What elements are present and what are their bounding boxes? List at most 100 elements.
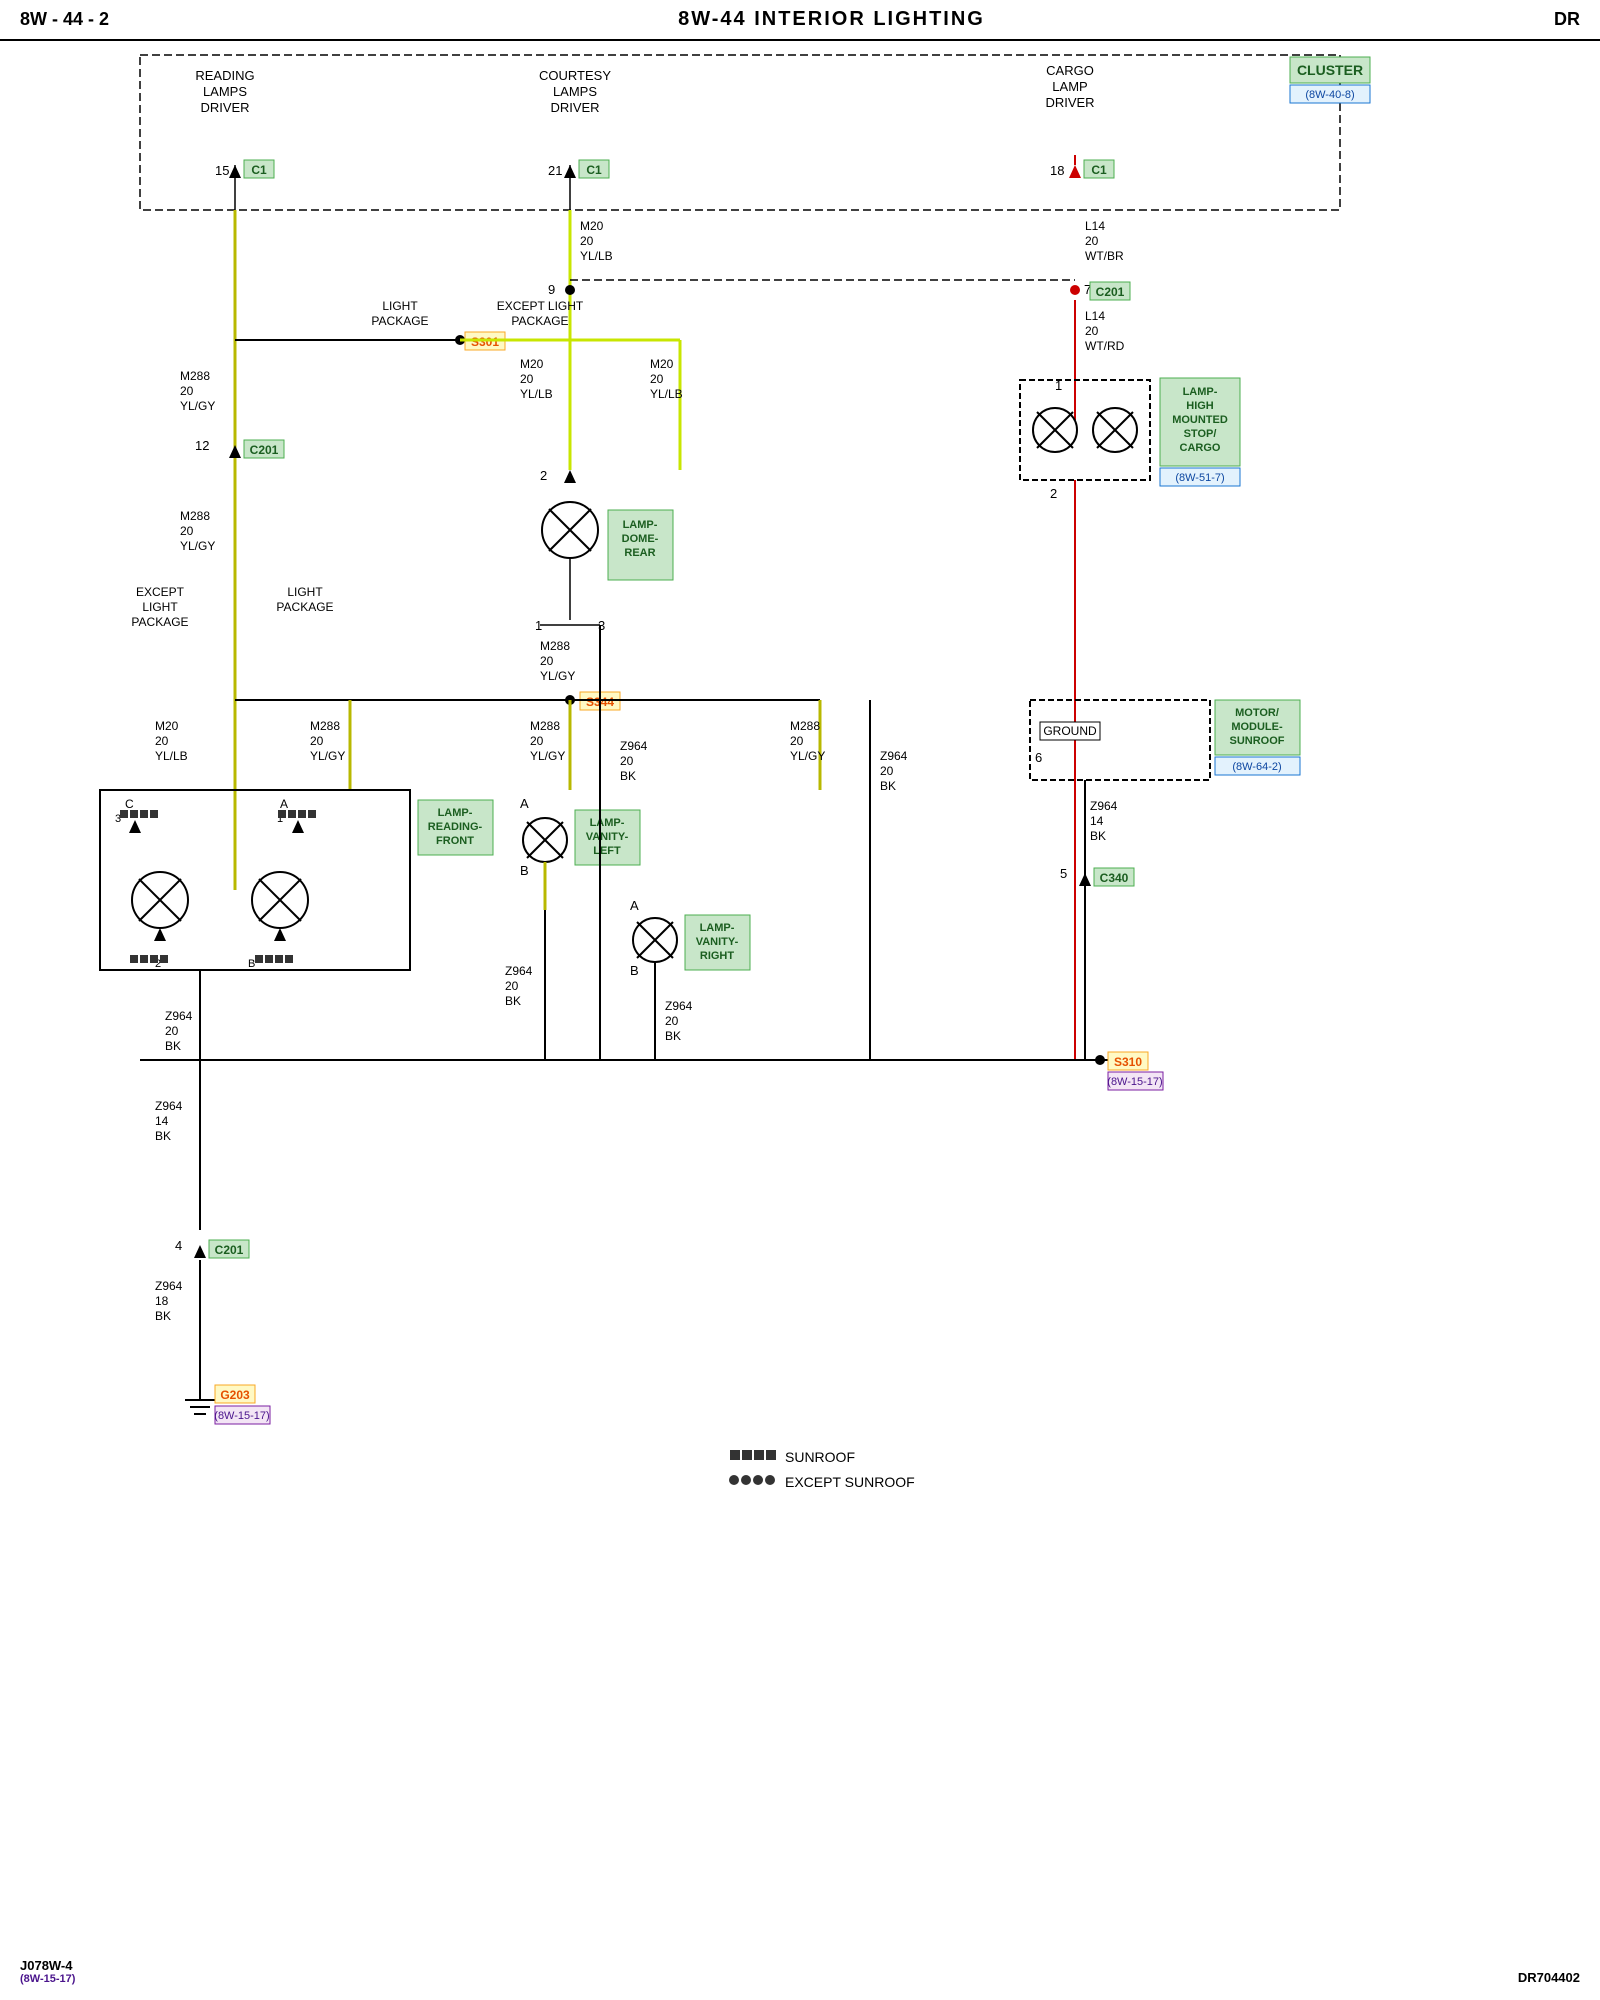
svg-text:YL/GY: YL/GY: [180, 539, 215, 553]
svg-text:M20: M20: [520, 357, 544, 371]
lamp-reading-front-label: LAMP-: [438, 807, 473, 819]
except-sunroof-legend: EXCEPT SUNROOF: [785, 1474, 915, 1490]
svg-text:BK: BK: [880, 779, 896, 793]
s310-label: S310: [1114, 1055, 1142, 1069]
svg-text:M288: M288: [180, 369, 210, 383]
svg-text:YL/GY: YL/GY: [540, 669, 575, 683]
svg-text:FRONT: FRONT: [436, 835, 474, 847]
svg-text:A: A: [280, 797, 288, 811]
svg-text:M20: M20: [155, 719, 179, 733]
svg-text:Z964: Z964: [1090, 799, 1118, 813]
wiring-diagram: READING LAMPS DRIVER COURTESY LAMPS DRIV…: [0, 0, 1600, 1950]
c1-21-label: C1: [586, 163, 602, 177]
svg-text:PACKAGE: PACKAGE: [511, 314, 568, 328]
svg-text:M20: M20: [580, 219, 604, 233]
svg-text:B: B: [520, 863, 529, 878]
svg-text:M20: M20: [650, 357, 674, 371]
cluster-ref: (8W-40-8): [1305, 89, 1354, 101]
svg-text:BK: BK: [1090, 829, 1106, 843]
svg-text:14: 14: [155, 1114, 169, 1128]
svg-text:20: 20: [580, 234, 594, 248]
svg-text:MOUNTED: MOUNTED: [1172, 414, 1228, 426]
svg-text:VANITY-: VANITY-: [586, 831, 629, 843]
svg-text:LIGHT: LIGHT: [287, 585, 323, 599]
ground-label: GROUND: [1043, 724, 1097, 738]
svg-text:M288: M288: [310, 719, 340, 733]
motor-module-label: MOTOR/: [1235, 707, 1279, 719]
svg-text:20: 20: [505, 979, 519, 993]
courtesy-lamps-label: COURTESY: [539, 68, 611, 83]
svg-text:4: 4: [175, 1238, 182, 1253]
svg-text:M288: M288: [540, 639, 570, 653]
c201-7-label: C201: [1096, 285, 1125, 299]
svg-text:CARGO: CARGO: [1180, 442, 1221, 454]
svg-text:18: 18: [1050, 163, 1064, 178]
svg-text:5: 5: [1060, 866, 1067, 881]
svg-text:20: 20: [790, 734, 804, 748]
svg-text:9: 9: [548, 282, 555, 297]
svg-text:RIGHT: RIGHT: [700, 950, 735, 962]
svg-text:SUNROOF: SUNROOF: [1230, 735, 1285, 747]
svg-text:BK: BK: [620, 769, 636, 783]
c340-label: C340: [1100, 871, 1129, 885]
svg-text:MODULE-: MODULE-: [1231, 721, 1283, 733]
svg-text:20: 20: [665, 1014, 679, 1028]
svg-text:YL/GY: YL/GY: [790, 749, 825, 763]
svg-text:DOME-: DOME-: [622, 533, 659, 545]
svg-text:15: 15: [215, 163, 229, 178]
svg-text:M288: M288: [790, 719, 820, 733]
svg-text:20: 20: [530, 734, 544, 748]
svg-text:6: 6: [1035, 750, 1042, 765]
svg-text:Z964: Z964: [165, 1009, 193, 1023]
svg-text:18: 18: [155, 1294, 169, 1308]
svg-text:WT/BR: WT/BR: [1085, 249, 1124, 263]
svg-text:20: 20: [180, 384, 194, 398]
svg-text:20: 20: [310, 734, 324, 748]
svg-text:BK: BK: [155, 1309, 171, 1323]
svg-text:YL/LB: YL/LB: [580, 249, 613, 263]
page-footer: J078W-4 (8W-15-17) DR704402: [20, 1958, 1580, 1985]
svg-text:B: B: [630, 963, 639, 978]
c201-12-label: C201: [250, 443, 279, 457]
svg-text:L14: L14: [1085, 219, 1105, 233]
svg-text:21: 21: [548, 163, 562, 178]
svg-text:EXCEPT: EXCEPT: [136, 585, 185, 599]
svg-text:L14: L14: [1085, 309, 1105, 323]
svg-text:PACKAGE: PACKAGE: [371, 314, 428, 328]
svg-text:A: A: [630, 898, 639, 913]
c1-18-label: C1: [1091, 163, 1107, 177]
svg-text:REAR: REAR: [624, 547, 655, 559]
svg-text:DRIVER: DRIVER: [200, 100, 249, 115]
svg-text:Z964: Z964: [155, 1099, 183, 1113]
svg-text:YL/LB: YL/LB: [155, 749, 188, 763]
svg-text:20: 20: [620, 754, 634, 768]
lamp-vanity-right-label: LAMP-: [700, 922, 735, 934]
c201-4-label: C201: [215, 1243, 244, 1257]
svg-text:EXCEPT LIGHT: EXCEPT LIGHT: [497, 299, 584, 313]
svg-text:20: 20: [180, 524, 194, 538]
svg-text:PACKAGE: PACKAGE: [131, 615, 188, 629]
svg-text:LEFT: LEFT: [593, 845, 621, 857]
s301-label: S301: [471, 335, 499, 349]
sunroof-legend: SUNROOF: [785, 1449, 855, 1465]
svg-text:LAMP: LAMP: [1052, 79, 1087, 94]
g203-label: G203: [220, 1388, 250, 1402]
svg-text:20: 20: [1085, 324, 1099, 338]
svg-text:2: 2: [1050, 486, 1057, 501]
svg-text:20: 20: [880, 764, 894, 778]
svg-text:BK: BK: [665, 1029, 681, 1043]
svg-text:A: A: [520, 796, 529, 811]
lamp-dome-rear-label: LAMP-: [623, 519, 658, 531]
svg-text:LAMPS: LAMPS: [553, 84, 597, 99]
svg-text:YL/GY: YL/GY: [530, 749, 565, 763]
footer-ref: (8W-15-17): [20, 1973, 75, 1985]
svg-text:20: 20: [520, 372, 534, 386]
svg-text:BK: BK: [165, 1039, 181, 1053]
svg-text:B: B: [248, 958, 255, 970]
svg-text:LAMPS: LAMPS: [203, 84, 247, 99]
svg-text:20: 20: [165, 1024, 179, 1038]
doc-number: J078W-4: [20, 1958, 75, 1973]
svg-text:Z964: Z964: [155, 1279, 183, 1293]
cluster-label: CLUSTER: [1297, 62, 1363, 78]
g203-ref: (8W-15-17): [214, 1410, 269, 1422]
